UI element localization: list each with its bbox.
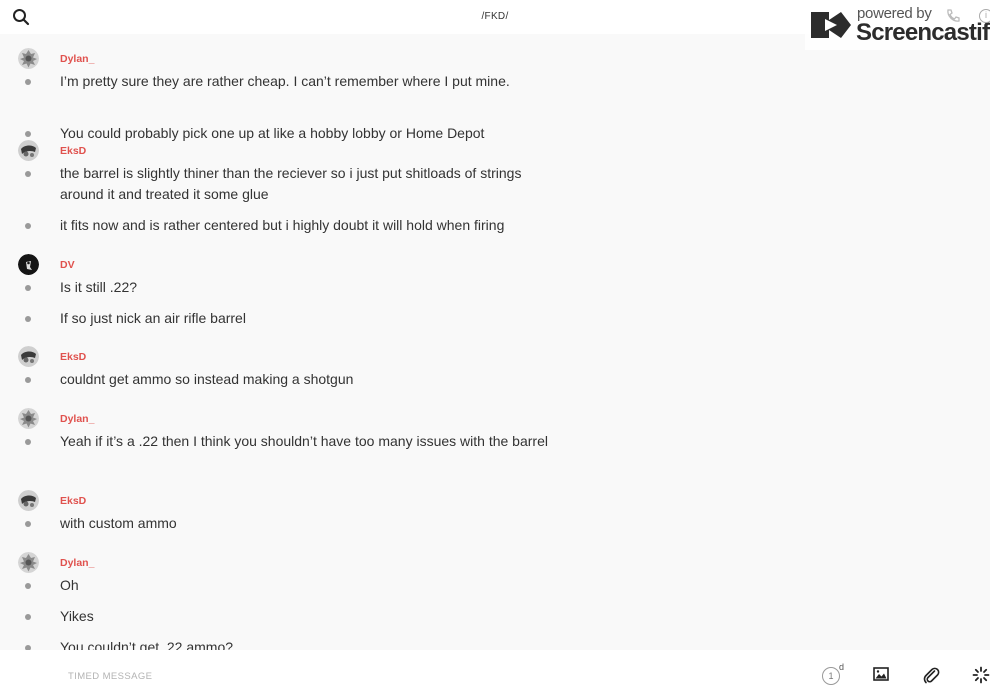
message-text: the barrel is slightly thiner than the r… xyxy=(60,165,522,202)
message-text: You could probably pick one up at like a… xyxy=(60,125,485,141)
message-bullet xyxy=(25,583,31,589)
username[interactable]: EksD xyxy=(60,145,86,157)
message-text: Yeah if it’s a .22 then I think you shou… xyxy=(60,433,548,449)
timer-value: 1 xyxy=(822,667,840,685)
message-bullet xyxy=(25,377,31,383)
message-bullet xyxy=(25,439,31,445)
timer-button[interactable]: 1 d xyxy=(822,662,846,686)
message-text: If so just nick an air rifle barrel xyxy=(60,310,246,326)
message-text: You couldn’t get .22 ammo? xyxy=(60,639,234,650)
message-text: Is it still .22? xyxy=(60,279,138,295)
message-bullet xyxy=(25,171,31,177)
username[interactable]: DV xyxy=(60,259,75,271)
username[interactable]: Dylan_ xyxy=(60,53,94,65)
username[interactable]: EksD xyxy=(60,351,86,363)
message-input[interactable] xyxy=(68,668,668,684)
info-icon[interactable]: i xyxy=(979,9,990,23)
message-bullet xyxy=(25,316,31,322)
message-bullet xyxy=(25,521,31,527)
message-text: it fits now and is rather centered but i… xyxy=(60,217,505,233)
message-bullet xyxy=(25,79,31,85)
composer-bar: 1 d xyxy=(0,650,990,700)
dark-avatar-icon[interactable] xyxy=(18,254,39,275)
username[interactable]: Dylan_ xyxy=(60,557,94,569)
sketch-avatar-icon[interactable] xyxy=(18,346,39,367)
gray-emblem-avatar-icon[interactable] xyxy=(18,552,39,573)
sketch-avatar-icon[interactable] xyxy=(18,140,39,161)
username[interactable]: EksD xyxy=(60,495,86,507)
message-text: with custom ammo xyxy=(60,515,177,531)
message-text: I’m pretty sure they are rather cheap. I… xyxy=(60,73,510,89)
attachment-icon[interactable] xyxy=(922,666,940,689)
message-bullet xyxy=(25,223,31,229)
message-text: Oh xyxy=(60,577,79,593)
gray-emblem-avatar-icon[interactable] xyxy=(18,48,39,69)
message-text: Yikes xyxy=(60,608,94,624)
username[interactable]: Dylan_ xyxy=(60,413,94,425)
message-bullet xyxy=(25,131,31,137)
timer-unit: d xyxy=(839,662,845,672)
phone-icon[interactable] xyxy=(945,8,961,29)
message-bullet xyxy=(25,285,31,291)
gray-emblem-avatar-icon[interactable] xyxy=(18,408,39,429)
sparkle-icon[interactable] xyxy=(972,666,990,689)
sketch-avatar-icon[interactable] xyxy=(18,490,39,511)
message-list: Dylan_ I’m pretty sure they are rather ch… xyxy=(0,34,990,650)
image-icon[interactable] xyxy=(873,666,889,687)
message-bullet xyxy=(25,614,31,620)
message-text: couldnt get ammo so instead making a sho… xyxy=(60,371,354,387)
